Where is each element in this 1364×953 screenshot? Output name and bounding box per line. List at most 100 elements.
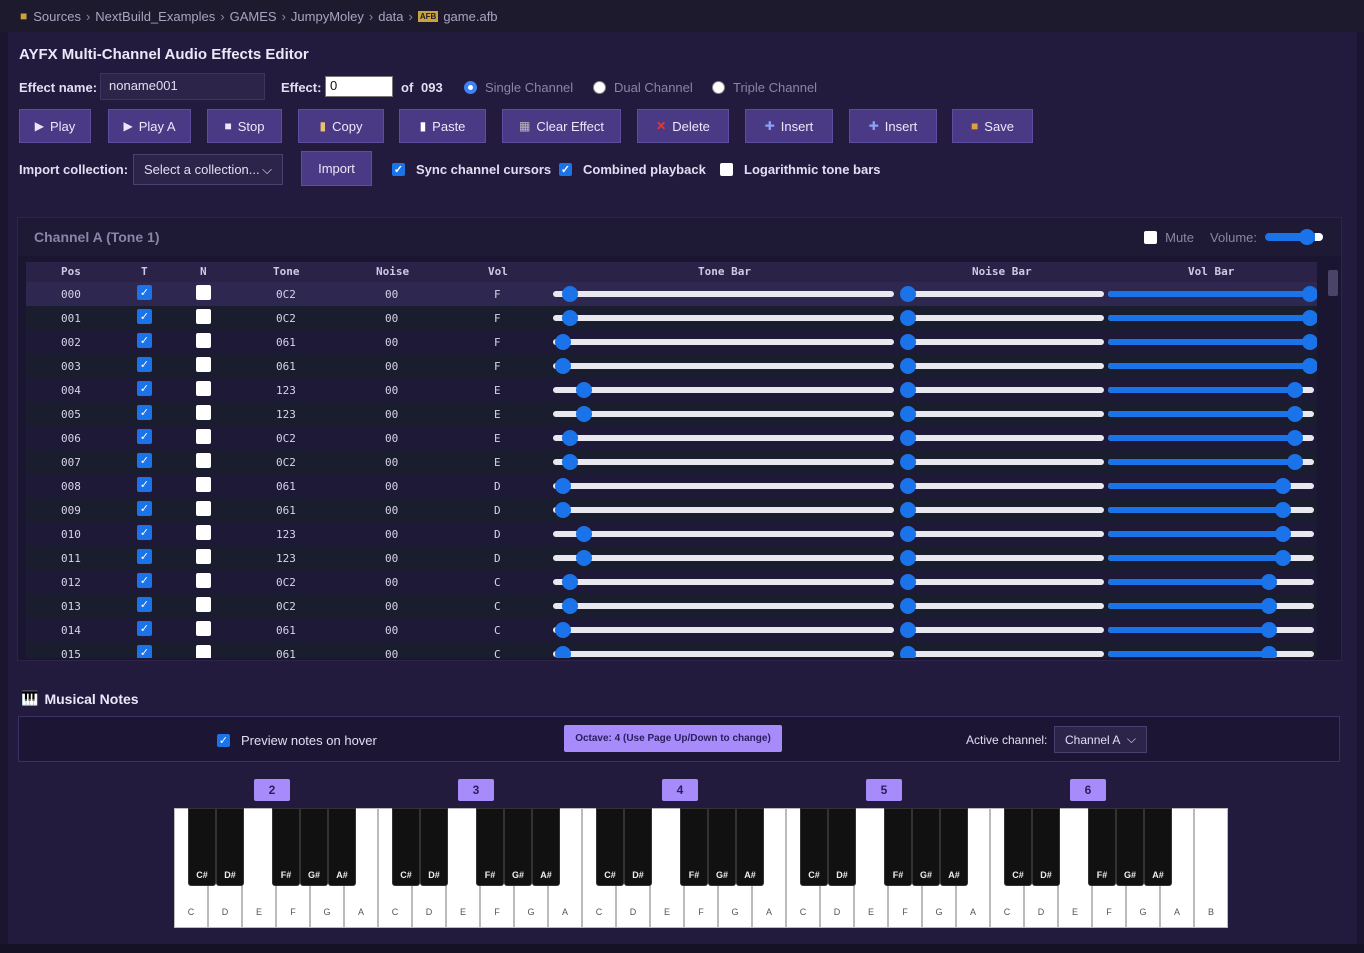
table-row[interactable]: 000 ✓ 0C2 00 F — [26, 282, 1317, 306]
mute-checkbox[interactable] — [1144, 230, 1158, 244]
row-noise[interactable]: 00 — [385, 312, 398, 325]
noise-bar-slider[interactable] — [900, 622, 1104, 638]
row-vol[interactable]: C — [494, 600, 501, 613]
white-key[interactable]: E — [446, 808, 480, 928]
row-tone[interactable]: 0C2 — [276, 456, 296, 469]
noise-bar-slider[interactable] — [900, 574, 1104, 590]
noise-enable-checkbox[interactable] — [196, 477, 211, 492]
row-vol[interactable]: F — [494, 360, 501, 373]
black-key[interactable]: D# — [624, 808, 652, 886]
row-vol[interactable]: E — [494, 408, 501, 421]
row-noise[interactable]: 00 — [385, 624, 398, 637]
tone-enable-checkbox[interactable]: ✓ — [137, 501, 152, 516]
noise-bar-slider[interactable] — [900, 430, 1104, 446]
tone-bar-slider[interactable] — [553, 574, 894, 590]
row-vol[interactable]: C — [494, 648, 501, 658]
delete-button[interactable]: ✕ Delete — [637, 109, 729, 143]
row-noise[interactable]: 00 — [385, 552, 398, 565]
black-key[interactable]: C# — [800, 808, 828, 886]
noise-bar-slider[interactable] — [900, 550, 1104, 566]
tone-bar-slider[interactable] — [553, 286, 894, 302]
vol-bar-slider[interactable] — [1108, 406, 1314, 422]
tone-enable-checkbox[interactable]: ✓ — [137, 549, 152, 564]
vol-bar-slider[interactable] — [1108, 622, 1314, 638]
white-key[interactable]: E — [242, 808, 276, 928]
black-key[interactable]: D# — [216, 808, 244, 886]
noise-bar-slider[interactable] — [900, 406, 1104, 422]
breadcrumb-item[interactable]: GAMES — [230, 9, 277, 24]
noise-bar-slider[interactable] — [900, 382, 1104, 398]
black-key[interactable]: G# — [1116, 808, 1144, 886]
black-key[interactable]: A# — [328, 808, 356, 886]
row-vol[interactable]: C — [494, 576, 501, 589]
row-noise[interactable]: 00 — [385, 600, 398, 613]
breadcrumb-item[interactable]: data — [378, 9, 403, 24]
octave-button[interactable]: Octave: 4 (Use Page Up/Down to change) — [564, 725, 782, 752]
noise-bar-slider[interactable] — [900, 526, 1104, 542]
vol-bar-slider[interactable] — [1108, 334, 1317, 350]
single-channel-radio[interactable]: Single Channel — [464, 80, 573, 95]
play-a-button[interactable]: ▶ Play A — [108, 109, 191, 143]
black-key[interactable]: G# — [300, 808, 328, 886]
noise-bar-slider[interactable] — [900, 502, 1104, 518]
noise-enable-checkbox[interactable] — [196, 405, 211, 420]
table-row[interactable]: 006 ✓ 0C2 00 E — [26, 426, 1317, 450]
vol-bar-slider[interactable] — [1108, 478, 1314, 494]
black-key[interactable]: G# — [504, 808, 532, 886]
tone-enable-checkbox[interactable]: ✓ — [137, 405, 152, 420]
tone-enable-checkbox[interactable]: ✓ — [137, 453, 152, 468]
row-tone[interactable]: 123 — [276, 384, 296, 397]
noise-enable-checkbox[interactable] — [196, 453, 211, 468]
noise-enable-checkbox[interactable] — [196, 621, 211, 636]
row-vol[interactable]: F — [494, 312, 501, 325]
tone-bar-slider[interactable] — [553, 310, 894, 326]
row-vol[interactable]: D — [494, 528, 501, 541]
tone-enable-checkbox[interactable]: ✓ — [137, 357, 152, 372]
tone-bar-slider[interactable] — [553, 478, 894, 494]
tone-enable-checkbox[interactable]: ✓ — [137, 381, 152, 396]
tone-bar-slider[interactable] — [553, 454, 894, 470]
row-tone[interactable]: 0C2 — [276, 288, 296, 301]
table-row[interactable]: 002 ✓ 061 00 F — [26, 330, 1317, 354]
table-row[interactable]: 012 ✓ 0C2 00 C — [26, 570, 1317, 594]
tone-enable-checkbox[interactable]: ✓ — [137, 597, 152, 612]
vol-bar-slider[interactable] — [1108, 574, 1314, 590]
tone-enable-checkbox[interactable]: ✓ — [137, 429, 152, 444]
row-vol[interactable]: D — [494, 480, 501, 493]
breadcrumb-item[interactable]: JumpyMoley — [291, 9, 364, 24]
preview-notes-checkbox[interactable]: ✓ Preview notes on hover — [217, 733, 377, 748]
tone-bar-slider[interactable] — [553, 334, 894, 350]
copy-button[interactable]: ▮ Copy — [298, 109, 384, 143]
vol-bar-slider[interactable] — [1108, 646, 1314, 658]
white-key[interactable]: B — [1194, 808, 1228, 928]
row-noise[interactable]: 00 — [385, 576, 398, 589]
tone-enable-checkbox[interactable]: ✓ — [137, 477, 152, 492]
tone-bar-slider[interactable] — [553, 382, 894, 398]
tone-enable-checkbox[interactable]: ✓ — [137, 525, 152, 540]
row-noise[interactable]: 00 — [385, 384, 398, 397]
row-vol[interactable]: C — [494, 624, 501, 637]
row-tone[interactable]: 061 — [276, 504, 296, 517]
vol-bar-slider[interactable] — [1108, 358, 1317, 374]
white-key[interactable]: E — [1058, 808, 1092, 928]
noise-enable-checkbox[interactable] — [196, 645, 211, 658]
noise-bar-slider[interactable] — [900, 310, 1104, 326]
table-row[interactable]: 004 ✓ 123 00 E — [26, 378, 1317, 402]
row-vol[interactable]: D — [494, 552, 501, 565]
collection-select[interactable]: Select a collection... ⌵ — [133, 154, 283, 185]
noise-enable-checkbox[interactable] — [196, 429, 211, 444]
tone-enable-checkbox[interactable]: ✓ — [137, 309, 152, 324]
volume-slider[interactable] — [1265, 229, 1323, 245]
black-key[interactable]: C# — [392, 808, 420, 886]
row-vol[interactable]: D — [494, 504, 501, 517]
tone-bar-slider[interactable] — [553, 550, 894, 566]
row-tone[interactable]: 0C2 — [276, 576, 296, 589]
tone-bar-slider[interactable] — [553, 358, 894, 374]
noise-enable-checkbox[interactable] — [196, 501, 211, 516]
sync-cursors-checkbox[interactable]: ✓ Sync channel cursors — [392, 162, 551, 177]
white-key[interactable]: E — [650, 808, 684, 928]
noise-enable-checkbox[interactable] — [196, 381, 211, 396]
vol-bar-slider[interactable] — [1108, 430, 1314, 446]
table-row[interactable]: 003 ✓ 061 00 F — [26, 354, 1317, 378]
black-key[interactable]: D# — [420, 808, 448, 886]
